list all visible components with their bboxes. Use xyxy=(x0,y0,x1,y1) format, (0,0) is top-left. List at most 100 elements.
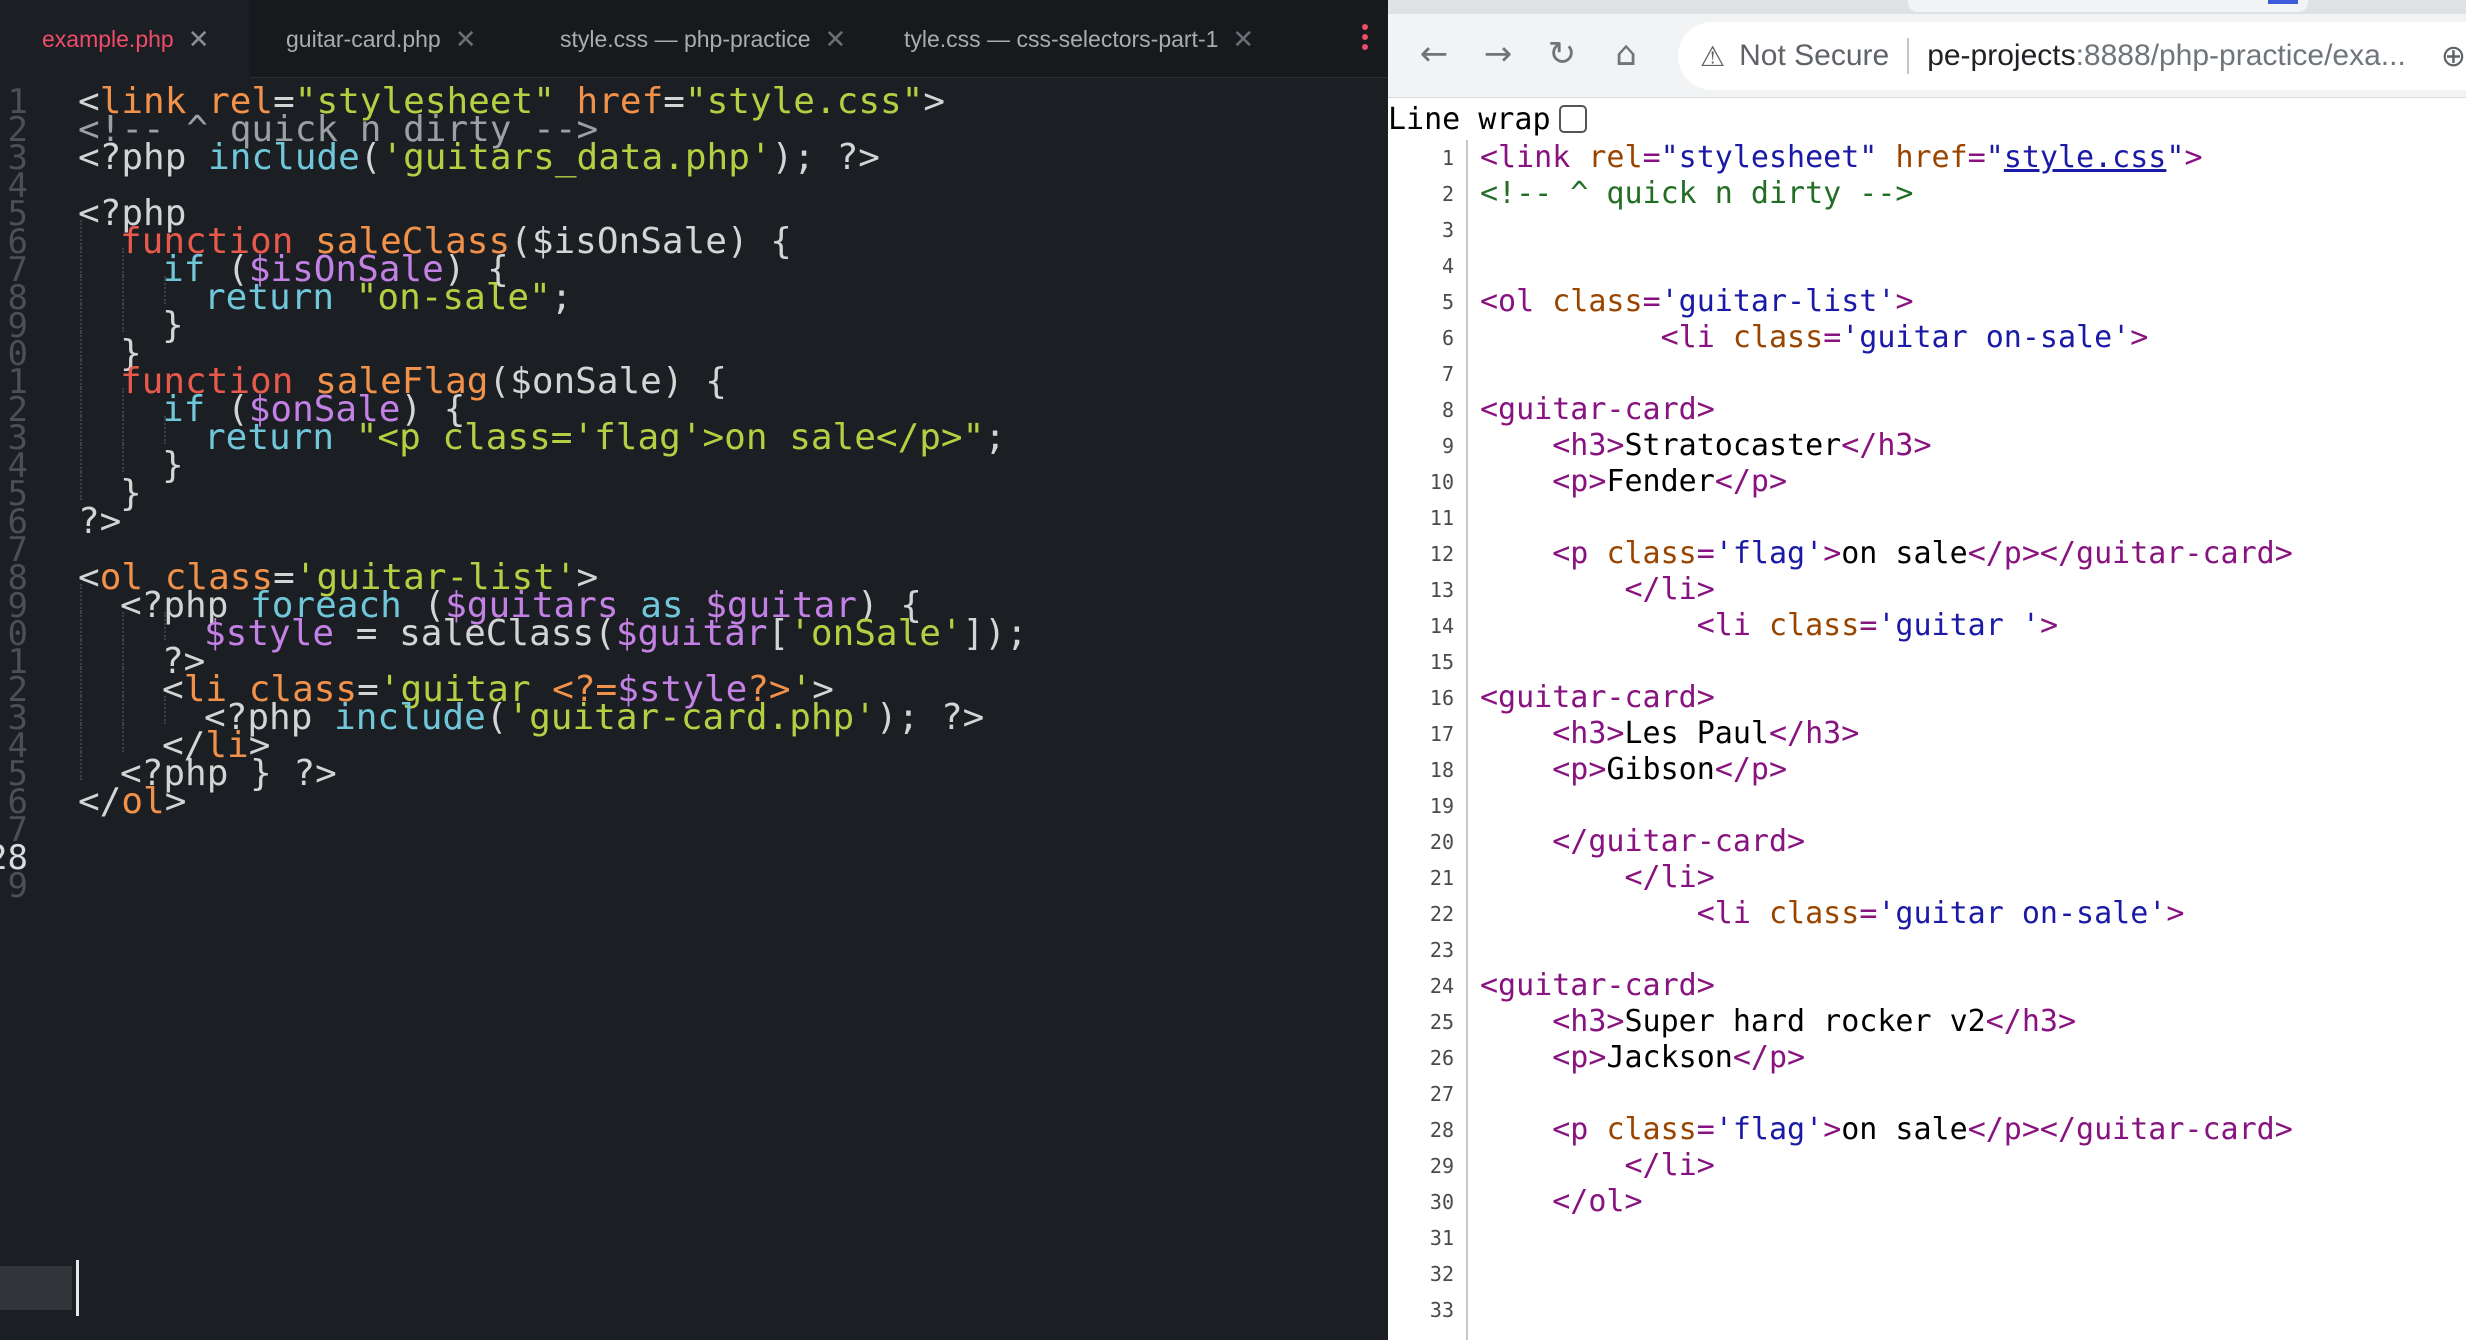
source-line-number: 17 xyxy=(1429,722,1454,746)
source-token: </guitar-card> xyxy=(1552,824,1806,859)
code-editor[interactable]: example.php ✕ guitar-card.php ✕ style.cs… xyxy=(0,0,1388,1340)
source-line-number: 9 xyxy=(1441,434,1454,458)
view-source-pane[interactable]: 1 2 3 4 5 6 7 8 9 10 11 12 13 14 15 16 17 18 19 20 21 22 23 24 2… xyxy=(1388,140,2466,1340)
source-token: > xyxy=(1823,1112,1842,1147)
source-token: 'flag' xyxy=(1714,536,1824,571)
source-line: <p>Jackson</p> xyxy=(1480,1040,1805,1076)
code-line[interactable]: <?php include('guitars_data.php'); ?> xyxy=(78,136,880,180)
code-token: return xyxy=(204,277,356,318)
security-label[interactable]: Not Secure xyxy=(1739,39,1889,73)
back-icon[interactable]: ← xyxy=(1412,32,1456,76)
close-icon[interactable]: ✕ xyxy=(188,24,210,55)
source-line-number: 1 xyxy=(1441,146,1454,170)
zoom-icon[interactable]: ⊕ xyxy=(2441,39,2466,74)
reload-icon[interactable]: ↻ xyxy=(1540,32,1584,76)
source-token xyxy=(1480,1112,1552,1147)
source-line-number: 26 xyxy=(1429,1046,1454,1070)
close-icon[interactable]: ✕ xyxy=(455,24,477,55)
more-menu-icon[interactable] xyxy=(1360,24,1370,54)
code-token: $guitar xyxy=(615,613,768,654)
url-host[interactable]: pe-projects xyxy=(1927,39,2075,73)
source-token: class xyxy=(1606,1112,1697,1147)
source-line-number: 25 xyxy=(1429,1010,1454,1034)
close-icon[interactable]: ✕ xyxy=(825,24,847,55)
source-token: </ol> xyxy=(1552,1184,1643,1219)
code-token: ); ?> xyxy=(771,137,880,178)
code-line[interactable]: return "<p class='flag'>on sale</p>"; xyxy=(204,416,1006,460)
source-token: class xyxy=(1769,896,1860,931)
source-line-number: 32 xyxy=(1429,1262,1454,1286)
source-token: on sale xyxy=(1841,536,1968,571)
source-token: rel xyxy=(1588,140,1643,175)
source-token: 'guitar-list' xyxy=(1660,284,1896,319)
code-line[interactable]: ?> xyxy=(78,500,121,544)
source-token: <link xyxy=(1480,140,1589,175)
tab-style-css-php-practice[interactable]: style.css — php-practice ✕ xyxy=(520,0,890,78)
indent-guide xyxy=(80,276,82,304)
source-token xyxy=(1480,1184,1552,1219)
line-number-gutter: 123456789012345678901234567289 xyxy=(0,78,40,1340)
url-path[interactable]: :8888/php-practice/exa... xyxy=(2076,39,2406,73)
line-number: 9 xyxy=(7,866,28,906)
source-line-number: 2 xyxy=(1441,182,1454,206)
source-token xyxy=(1480,428,1552,463)
source-token xyxy=(1480,1148,1625,1183)
code-token: "on-sale" xyxy=(355,277,551,318)
source-token: Stratocaster xyxy=(1624,428,1842,463)
warning-icon[interactable]: ⚠ xyxy=(1700,40,1725,73)
close-icon[interactable]: ✕ xyxy=(1232,24,1254,55)
source-line-number: 10 xyxy=(1429,470,1454,494)
code-token: ]); xyxy=(962,613,1028,654)
line-wrap-checkbox[interactable] xyxy=(1558,105,1587,133)
source-line-gutter: 1 2 3 4 5 6 7 8 9 10 11 12 13 14 15 16 17 18 19 20 21 22 23 24 2… xyxy=(1388,140,1468,1340)
code-line[interactable]: } xyxy=(162,304,184,348)
tab-label: tyle.css — css-selectors-part-1 xyxy=(904,25,1219,52)
code-token: [ xyxy=(767,613,790,654)
source-token xyxy=(1480,1004,1552,1039)
code-token: ; xyxy=(550,277,573,318)
tab-guitar-card-php[interactable]: guitar-card.php ✕ xyxy=(250,0,520,78)
source-token: = xyxy=(1696,1112,1715,1147)
code-line[interactable]: return "on-sale"; xyxy=(204,276,572,320)
indent-guide xyxy=(164,696,166,724)
source-token: = xyxy=(1967,140,1986,175)
code-line[interactable]: $style = saleClass($guitar['onSale']); xyxy=(204,612,1028,656)
source-token: = xyxy=(1696,536,1715,571)
code-line[interactable]: } xyxy=(162,444,184,488)
source-line: <p>Fender</p> xyxy=(1480,464,1787,500)
stylesheet-link[interactable]: style.css xyxy=(2004,140,2167,175)
source-line-number: 3 xyxy=(1441,218,1454,242)
tab-style-css-selectors[interactable]: tyle.css — css-selectors-part-1 ✕ xyxy=(890,0,1340,78)
source-token xyxy=(1480,536,1552,571)
tab-example-php[interactable]: example.php ✕ xyxy=(0,0,250,78)
source-token: <p xyxy=(1552,1112,1607,1147)
code-line[interactable]: </ol> xyxy=(78,780,186,824)
source-token: = xyxy=(1642,140,1661,175)
code-token: > xyxy=(164,781,187,822)
editor-tab-bar: example.php ✕ guitar-card.php ✕ style.cs… xyxy=(0,0,1388,78)
forward-icon[interactable]: → xyxy=(1476,32,1520,76)
source-line-number: 21 xyxy=(1429,866,1454,890)
code-line[interactable]: <?php include('guitar-card.php'); ?> xyxy=(204,696,984,740)
source-line-number: 8 xyxy=(1441,398,1454,422)
source-token: <li xyxy=(1696,608,1769,643)
code-token: = saleClass( xyxy=(355,613,616,654)
home-icon[interactable]: ⌂ xyxy=(1604,32,1648,76)
code-line[interactable]: } xyxy=(120,472,142,516)
code-token: ( xyxy=(485,697,508,738)
source-line: <p>Gibson</p> xyxy=(1480,752,1787,788)
indent-guide xyxy=(122,612,124,640)
code-token: = xyxy=(663,81,685,122)
source-token xyxy=(1480,572,1625,607)
source-line-number: 33 xyxy=(1429,1298,1454,1322)
source-line-number: 12 xyxy=(1429,542,1454,566)
indent-guide xyxy=(80,724,82,752)
code-token: include xyxy=(334,697,486,738)
source-line: <h3>Super hard rocker v2</h3> xyxy=(1480,1004,2076,1040)
code-token: 'guitars_data.php' xyxy=(381,137,772,178)
omnibox-separator xyxy=(1907,38,1910,74)
source-token: </h3> xyxy=(1769,716,1860,751)
address-bar[interactable]: ⚠ Not Secure pe-projects:8888/php-practi… xyxy=(1678,22,2466,90)
source-line: <ol class='guitar-list'> xyxy=(1480,284,1914,320)
tab-label: example.php xyxy=(42,25,174,52)
